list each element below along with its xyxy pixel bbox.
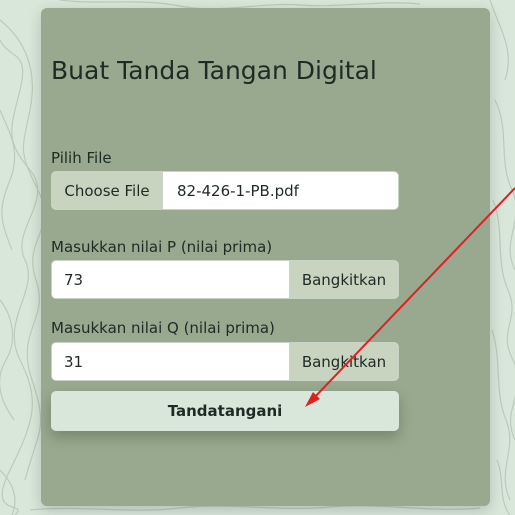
file-input[interactable]: Choose File 82-426-1-PB.pdf [51,171,399,210]
q-input-group: Bangkitkan [51,342,399,381]
page-title: Buat Tanda Tangan Digital [51,56,377,85]
q-value-label: Masukkan nilai Q (nilai prima) [51,319,275,337]
selected-file-name: 82-426-1-PB.pdf [177,181,299,200]
sign-button[interactable]: Tandatangani [51,391,399,431]
generate-p-button[interactable]: Bangkitkan [289,261,398,298]
q-value-input[interactable] [52,343,289,380]
p-value-input[interactable] [52,261,289,298]
file-label: Pilih File [51,149,112,167]
generate-q-button[interactable]: Bangkitkan [289,343,398,380]
p-input-group: Bangkitkan [51,260,399,299]
choose-file-button[interactable]: Choose File [52,172,163,209]
p-value-label: Masukkan nilai P (nilai prima) [51,238,273,256]
